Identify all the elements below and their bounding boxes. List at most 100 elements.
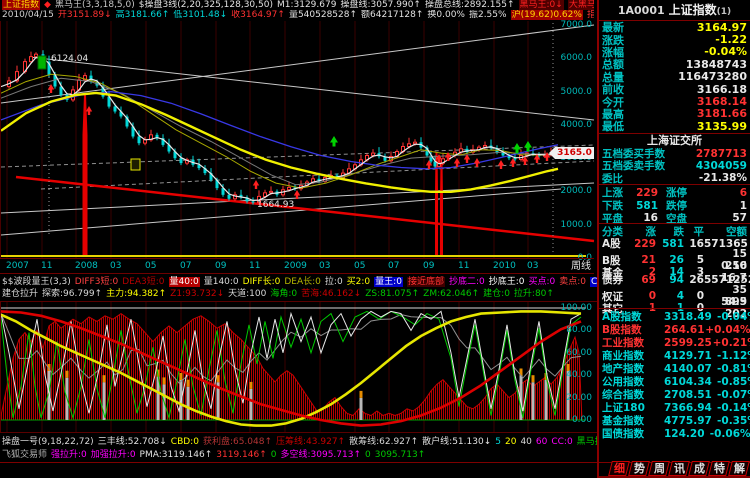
- quote-value: 116473280: [678, 70, 747, 83]
- info-segment: 操盘总线:2892.155↑: [425, 0, 515, 10]
- info-segment: 20: [505, 437, 516, 447]
- x-axis-label: 2010: [493, 261, 516, 272]
- market-breadth-panel: 上涨229涨停6下跌581跌停1平盘16空盘57: [599, 184, 750, 223]
- indicator-text-line-1: $$波段量王(3,3)DIFF3短:0DEA3短:0量40:0量140:0DIF…: [0, 276, 597, 288]
- index-change: -0.06%: [705, 428, 750, 440]
- view-tab-讯[interactable]: 讯: [668, 461, 690, 476]
- info-segment: 抄底二:0: [449, 277, 485, 287]
- x-axis-label: 03: [110, 261, 121, 272]
- top-info-line-2: 2010/04/15开3151.89↓高3181.66↑低3101.48↓收31…: [0, 10, 594, 20]
- quote-value: 3166.18: [697, 83, 747, 96]
- info-segment: M1:3129.679: [277, 0, 336, 10]
- x-axis-label: 05: [145, 261, 156, 272]
- info-segment: 散筹线:62.927↑: [349, 437, 418, 447]
- current-price-value: 3165.0: [557, 148, 592, 158]
- info-segment: $$波段量王(3,3): [2, 277, 71, 287]
- index-row[interactable]: 国债指数124.20-0.06%: [599, 426, 750, 439]
- index-row[interactable]: 上证1807366.94-0.14%: [599, 400, 750, 413]
- info-segment: DIFF3短:0: [75, 277, 118, 287]
- index-row[interactable]: 公用指数6104.34-0.85%: [599, 374, 750, 387]
- symbol-header[interactable]: 1A0001上证指数(1): [599, 0, 750, 21]
- info-segment: 量140:0: [204, 277, 239, 287]
- index-value: 6104.34: [664, 376, 712, 388]
- info-segment: 买点:0: [528, 277, 555, 287]
- info-segment: 拉升:80↑: [514, 289, 554, 299]
- quote-value: 3168.14: [697, 95, 747, 108]
- info-segment: 收3164.97↑: [231, 10, 285, 20]
- y-axis-label: 2000.0: [554, 187, 592, 196]
- info-segment: 抄底王:0: [489, 277, 525, 287]
- quote-panel: 最新3164.97涨跌-1.22涨幅-0.04%总额13848743总量1164…: [599, 21, 750, 133]
- symbol-suffix: (1): [717, 7, 732, 17]
- view-tab-特[interactable]: 特: [708, 461, 730, 476]
- info-segment: 0: [365, 450, 371, 460]
- info-segment: CBD:0: [171, 437, 199, 447]
- info-segment: 接近底部: [407, 277, 445, 287]
- index-value: 264.61: [664, 324, 705, 336]
- svg-text:6124.04: 6124.04: [51, 54, 88, 64]
- info-segment: 散户线:51.130↓: [422, 437, 491, 447]
- view-tab-势[interactable]: 势: [628, 461, 650, 476]
- view-tab-解[interactable]: 解: [728, 461, 750, 476]
- sidebar-tab-bar: 细势周讯成特解: [599, 461, 750, 478]
- quote-value: -0.04%: [704, 45, 747, 58]
- view-tab-成[interactable]: 成: [688, 461, 710, 476]
- info-segment: DEA长:0: [284, 277, 321, 287]
- category-table: 分类涨跌平空额A股22958116571365B股2126515 0.50基金2…: [599, 223, 750, 308]
- info-segment: 卖点:0: [559, 277, 586, 287]
- period-label[interactable]: 周线: [571, 261, 591, 272]
- y-axis-label: 0.00: [552, 416, 592, 425]
- info-segment: 量540528528↑: [289, 10, 357, 20]
- oscillator-chart[interactable]: [1, 302, 596, 432]
- index-row[interactable]: 综合指数2708.51-0.07%: [599, 387, 750, 400]
- index-value: 4140.07: [664, 363, 712, 375]
- info-segment: 0: [271, 450, 277, 460]
- info-segment: 建仓拉升: [2, 289, 38, 299]
- info-segment: ZS:81.075↑: [365, 289, 419, 299]
- index-row[interactable]: B股指数264.61+0.04%: [599, 322, 750, 335]
- info-segment: 加强拉升:0: [91, 450, 136, 460]
- x-axis-label: 09: [215, 261, 226, 272]
- info-segment: 建仓:0: [483, 289, 510, 299]
- info-segment: 获利盘:65.048↑: [203, 437, 272, 447]
- index-row[interactable]: 工业指数2599.25+0.21%: [599, 335, 750, 348]
- view-tab-周[interactable]: 周: [648, 461, 670, 476]
- index-row[interactable]: 基金指数4775.97-0.35%: [599, 413, 750, 426]
- candlestick-chart[interactable]: 6124.04 1664.93: [1, 21, 598, 258]
- depth-value: -21.38%: [699, 172, 747, 184]
- x-axis-label: 09: [423, 261, 434, 272]
- info-segment: 40: [520, 437, 531, 447]
- info-segment: PMA:3119.146↑: [140, 450, 213, 460]
- info-segment: 海角:0: [270, 289, 297, 299]
- info-segment: 天道:100: [228, 289, 266, 299]
- info-segment: 三丰线:52.708↓: [98, 437, 167, 447]
- info-segment: CG: [590, 277, 597, 287]
- category-row: A股22958116571365: [599, 236, 750, 248]
- info-segment: 黑马王(3,3,18,5,0): [55, 0, 135, 10]
- index-row[interactable]: 商业指数4129.71-1.12%: [599, 348, 750, 361]
- info-segment: 买2:0: [347, 277, 371, 287]
- info-segment: 3095.713↑: [375, 450, 425, 460]
- x-axis-label: 2009: [284, 261, 307, 272]
- info-segment: 换0.00%: [427, 10, 465, 20]
- main-chart-region[interactable]: 6124.041664.93 7000.06000.05000.04000.03…: [0, 21, 597, 258]
- y-axis-label: 20.00: [552, 394, 592, 403]
- svg-text:1664.93: 1664.93: [257, 200, 294, 210]
- depth-value: 2787713: [696, 148, 747, 160]
- info-segment: 主力:94.382↑: [106, 289, 166, 299]
- view-tab-细[interactable]: 细: [608, 461, 630, 476]
- info-segment: Z1:93.732↓: [170, 289, 224, 299]
- index-value: 7366.94: [664, 402, 712, 414]
- info-segment: 操盘一号(9,18,22,72): [2, 437, 94, 447]
- index-row[interactable]: A股指数3318.49-0.04%: [599, 309, 750, 322]
- info-segment: DEA3短:0: [122, 277, 164, 287]
- category-header-row: 分类涨跌平空额: [599, 224, 750, 236]
- y-axis-label: 7000.0: [554, 21, 592, 30]
- indicator-text-line-2: 建仓拉升探索:96.799↑主力:94.382↑Z1:93.732↓天道:100…: [0, 288, 597, 300]
- indicator-chart-region[interactable]: 100.0080.0060.0040.0020.000.00: [0, 301, 597, 433]
- x-axis-label: 11: [249, 261, 260, 272]
- x-axis-label: 03: [319, 261, 330, 272]
- index-row[interactable]: 地产指数4140.07-0.81%: [599, 361, 750, 374]
- depth-value: 4304059: [696, 160, 747, 172]
- x-axis-label: 11: [41, 261, 52, 272]
